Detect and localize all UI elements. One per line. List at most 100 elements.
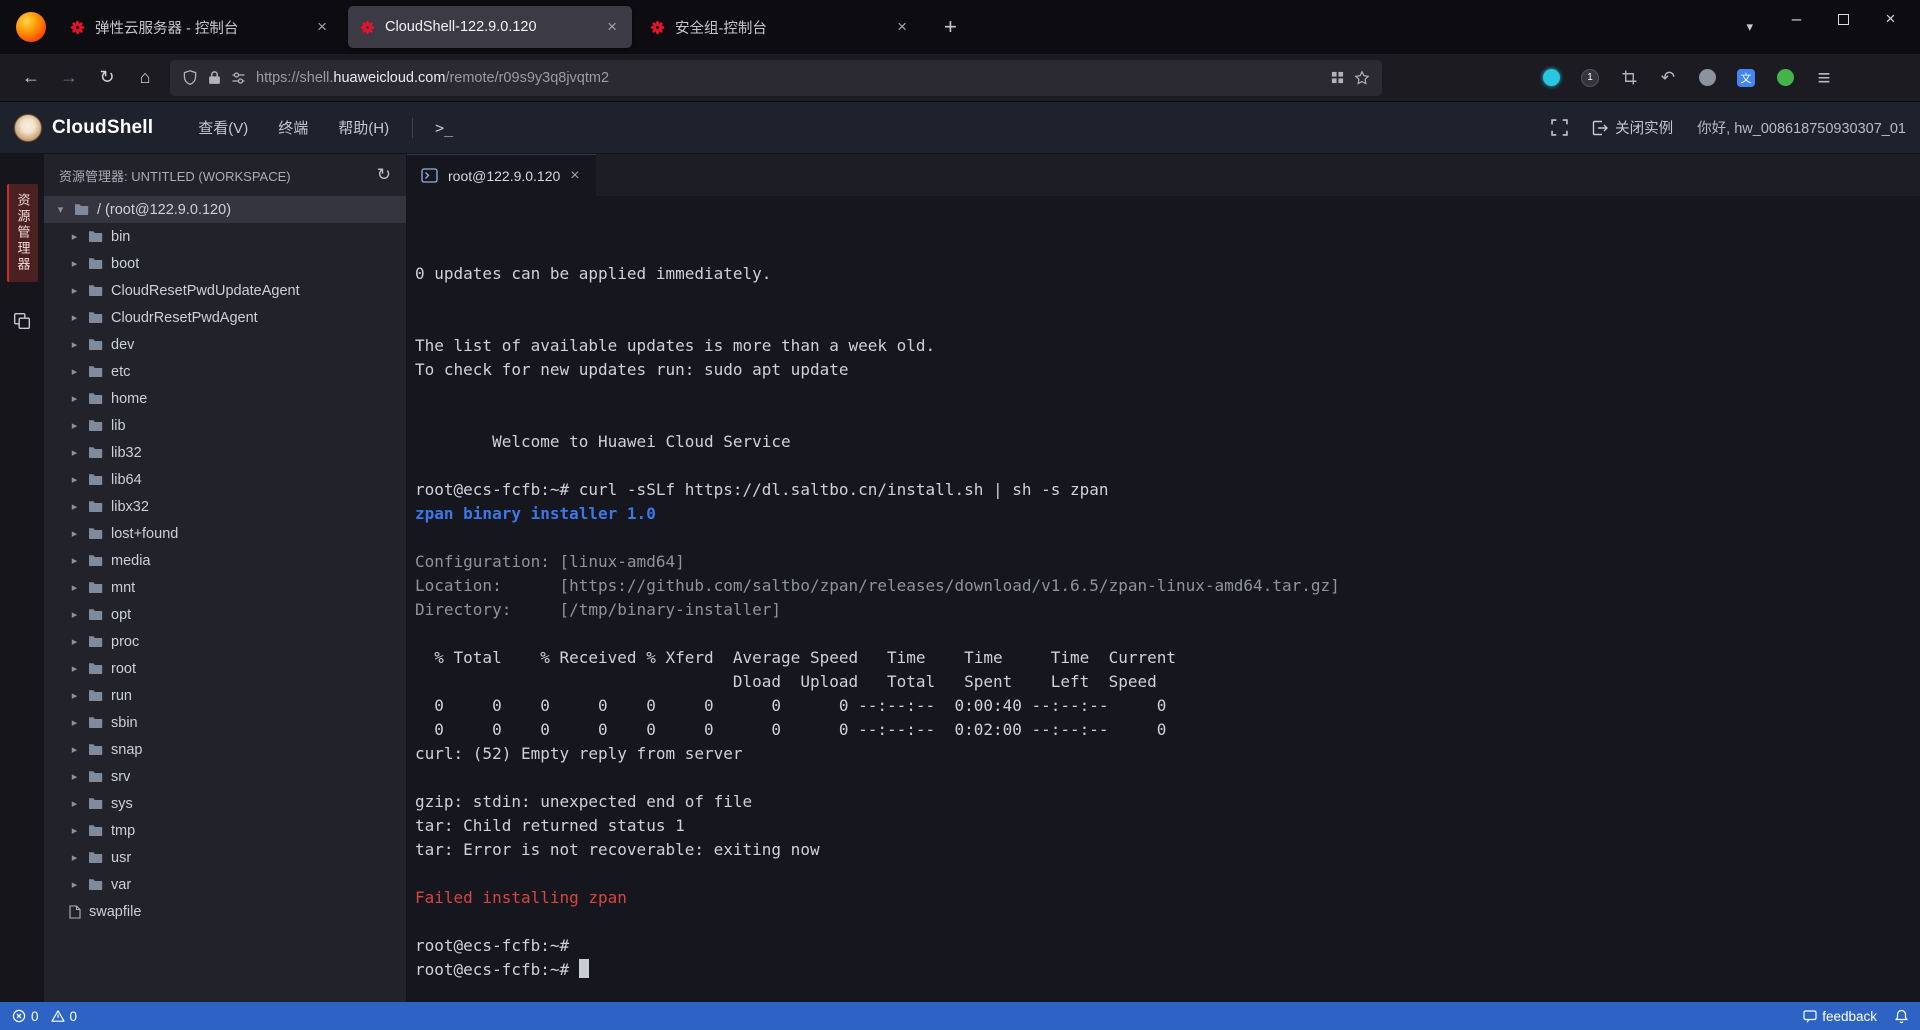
tracking-shield-icon[interactable] bbox=[182, 69, 198, 86]
tree-item[interactable]: swapfile bbox=[44, 898, 406, 925]
tree-item[interactable]: ▸ proc bbox=[44, 628, 406, 655]
tree-item-label: etc bbox=[111, 363, 131, 380]
error-counter[interactable]: 0 bbox=[12, 1009, 39, 1024]
file-tree: ▾ / (root@122.9.0.120) ▸ bin ▸ boot ▸ CloudRese… bbox=[44, 196, 406, 1002]
tree-item[interactable]: ▸ lib bbox=[44, 412, 406, 439]
tree-item-label: opt bbox=[111, 606, 132, 623]
terminal-line: root@ecs-fcfb:~# bbox=[415, 936, 579, 955]
tree-item[interactable]: ▸ lib32 bbox=[44, 439, 406, 466]
tree-item[interactable]: ▸ sbin bbox=[44, 709, 406, 736]
translate-icon[interactable]: 文 bbox=[1733, 65, 1759, 91]
terminal-line: 0 0 0 0 0 0 0 0 --:--:-- 0:00:40 --:--:-… bbox=[415, 696, 1167, 715]
home-icon[interactable]: ⌂ bbox=[126, 61, 164, 95]
cyan-extension-icon[interactable] bbox=[1538, 65, 1564, 91]
bookmark-star-icon[interactable] bbox=[1354, 69, 1370, 86]
error-count: 0 bbox=[31, 1008, 39, 1024]
tree-item[interactable]: ▸ snap bbox=[44, 736, 406, 763]
tree-item[interactable]: ▸ bin bbox=[44, 223, 406, 250]
tree-item[interactable]: ▸ sys bbox=[44, 790, 406, 817]
forward-icon[interactable]: → bbox=[50, 61, 88, 95]
chevron-right-icon: ▸ bbox=[71, 501, 78, 513]
feedback-icon bbox=[1803, 1009, 1817, 1023]
terminal-tab[interactable]: root@122.9.0.120 × bbox=[407, 154, 596, 196]
menu-hamburger-icon[interactable]: ≡ bbox=[1811, 65, 1837, 91]
menu-separator bbox=[412, 117, 414, 138]
tree-item-label: / (root@122.9.0.120) bbox=[97, 201, 232, 218]
warning-counter[interactable]: 0 bbox=[50, 1009, 77, 1024]
tree-item[interactable]: ▸ srv bbox=[44, 763, 406, 790]
gray-extension-icon[interactable] bbox=[1694, 65, 1720, 91]
tree-item[interactable]: ▸ boot bbox=[44, 250, 406, 277]
folder-icon bbox=[88, 473, 103, 486]
tree-item-label: snap bbox=[111, 741, 143, 758]
cloudshell-logo-icon bbox=[14, 113, 42, 142]
shield-badge-icon[interactable]: 1 bbox=[1577, 65, 1603, 91]
minimize-button[interactable]: – bbox=[1773, 0, 1820, 38]
terminal-output[interactable]: 0 updates can be applied immediately. The… bbox=[407, 196, 1920, 1002]
chevron-right-icon: ▸ bbox=[71, 825, 78, 837]
tree-item-label: home bbox=[111, 390, 148, 407]
firefox-logo-icon[interactable] bbox=[16, 12, 46, 42]
fullscreen-icon[interactable] bbox=[1551, 119, 1568, 136]
url-bar[interactable]: https://shell.huaweicloud.com/remote/r09… bbox=[170, 59, 1382, 96]
chevron-right-icon: ▸ bbox=[71, 231, 78, 243]
browser-tab-title: CloudShell-122.9.0.120 bbox=[385, 19, 537, 35]
tree-item[interactable]: ▸ mnt bbox=[44, 574, 406, 601]
chevron-right-icon: ▸ bbox=[71, 798, 78, 810]
tree-item[interactable]: ▸ CloudrResetPwdAgent bbox=[44, 304, 406, 331]
tab-close-icon[interactable]: × bbox=[894, 17, 910, 37]
tree-item[interactable]: ▸ usr bbox=[44, 844, 406, 871]
tree-item[interactable]: ▸ CloudResetPwdUpdateAgent bbox=[44, 277, 406, 304]
lock-icon[interactable] bbox=[208, 70, 221, 85]
permissions-icon[interactable] bbox=[231, 71, 246, 85]
browser-tab[interactable]: 安全组-控制台 × bbox=[638, 6, 922, 48]
user-greeting: 你好, hw_008618750930307_01 bbox=[1697, 121, 1906, 137]
tree-item[interactable]: ▸ tmp bbox=[44, 817, 406, 844]
close-button[interactable]: × bbox=[1867, 0, 1914, 38]
tree-item[interactable]: ▸ lost+found bbox=[44, 520, 406, 547]
refresh-icon[interactable]: ↻ bbox=[88, 61, 126, 95]
explorer-activity-tab[interactable]: 资源管理器 bbox=[6, 184, 38, 282]
close-instance-button[interactable]: 关闭实例 bbox=[1592, 117, 1673, 138]
qr-grid-icon[interactable] bbox=[1331, 71, 1344, 84]
chevron-right-icon: ▸ bbox=[71, 528, 78, 540]
maximize-button[interactable] bbox=[1820, 0, 1867, 38]
copy-icon[interactable] bbox=[13, 312, 31, 330]
refresh-tree-icon[interactable]: ↻ bbox=[377, 165, 391, 185]
browser-tab[interactable]: 弹性云服务器 - 控制台 × bbox=[58, 6, 342, 48]
tree-item[interactable]: ▸ lib64 bbox=[44, 466, 406, 493]
terminal-line: Directory: [/tmp/binary-installer] bbox=[415, 600, 782, 619]
tree-item[interactable]: ▸ var bbox=[44, 871, 406, 898]
green-extension-icon[interactable] bbox=[1772, 65, 1798, 91]
tree-item[interactable]: ▸ root bbox=[44, 655, 406, 682]
tab-close-icon[interactable]: × bbox=[570, 167, 579, 185]
menu-help[interactable]: 帮助(H) bbox=[323, 117, 404, 138]
menu-view[interactable]: 查看(V) bbox=[183, 117, 263, 138]
tree-item[interactable]: ▸ etc bbox=[44, 358, 406, 385]
bell-icon[interactable] bbox=[1895, 1009, 1908, 1024]
undo-arrow-icon[interactable]: ↶ bbox=[1655, 65, 1681, 91]
menu-terminal[interactable]: 终端 bbox=[263, 117, 323, 138]
tree-item[interactable]: ▸ opt bbox=[44, 601, 406, 628]
folder-icon bbox=[88, 338, 103, 351]
tab-close-icon[interactable]: × bbox=[604, 17, 620, 37]
browser-tab[interactable]: CloudShell-122.9.0.120 × bbox=[348, 6, 632, 48]
tab-close-icon[interactable]: × bbox=[314, 17, 330, 37]
tree-item[interactable]: ▸ home bbox=[44, 385, 406, 412]
tree-item[interactable]: ▸ dev bbox=[44, 331, 406, 358]
terminal-line: tar: Child returned status 1 bbox=[415, 816, 685, 835]
list-all-tabs-icon[interactable]: ▾ bbox=[1726, 19, 1773, 35]
back-icon[interactable]: ← bbox=[12, 61, 50, 95]
tree-item-root[interactable]: ▾ / (root@122.9.0.120) bbox=[44, 196, 406, 223]
screenshot-crop-icon[interactable] bbox=[1616, 65, 1642, 91]
feedback-button[interactable]: feedback bbox=[1803, 1009, 1877, 1024]
tree-item[interactable]: ▸ media bbox=[44, 547, 406, 574]
chevron-down-icon: ▾ bbox=[57, 204, 64, 216]
tree-item-label: var bbox=[111, 876, 132, 893]
tree-item[interactable]: ▸ run bbox=[44, 682, 406, 709]
new-tab-button[interactable]: + bbox=[928, 14, 973, 40]
new-terminal-icon[interactable]: >_ bbox=[421, 119, 467, 137]
tree-item-label: proc bbox=[111, 633, 140, 650]
tree-item[interactable]: ▸ libx32 bbox=[44, 493, 406, 520]
